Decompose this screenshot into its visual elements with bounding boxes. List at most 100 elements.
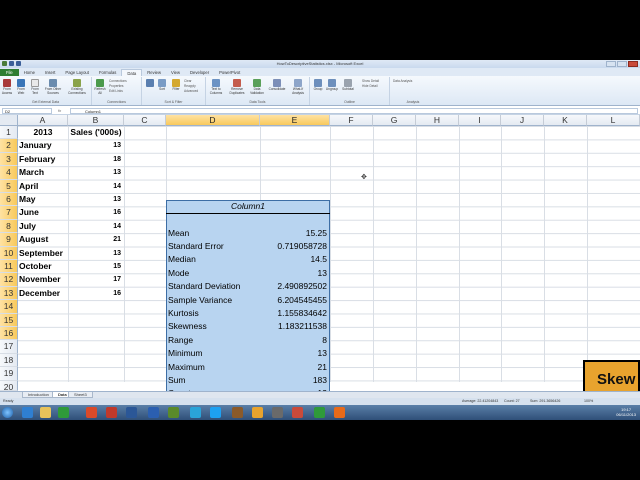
remove-duplicates-button[interactable]: Remove Duplicates xyxy=(227,79,247,95)
stat-label[interactable]: Minimum xyxy=(168,347,260,360)
text-to-columns-button[interactable]: Text to Columns xyxy=(208,79,224,95)
app-icon[interactable] xyxy=(272,407,283,418)
row-header[interactable]: 3 xyxy=(0,152,18,167)
tab-data[interactable]: Data xyxy=(121,69,143,76)
column-header-a[interactable]: A xyxy=(18,115,68,126)
app-icon[interactable] xyxy=(292,407,303,418)
stats-header-cell[interactable]: Column1 xyxy=(166,200,330,213)
stat-label[interactable]: Kurtosis xyxy=(168,307,260,320)
stat-value[interactable]: 13 xyxy=(260,267,330,280)
maximize-button[interactable] xyxy=(617,61,627,67)
sales-cell[interactable]: 16 xyxy=(68,287,124,300)
row-header[interactable]: 13 xyxy=(0,286,18,301)
sales-cell[interactable]: 17 xyxy=(68,273,124,286)
select-all-corner[interactable] xyxy=(0,115,18,126)
row-header[interactable]: 2 xyxy=(0,139,18,153)
sales-cell[interactable]: 15 xyxy=(68,260,124,273)
row-header[interactable]: 10 xyxy=(0,246,18,260)
from-other-sources-button[interactable]: From Other Sources xyxy=(44,79,62,95)
status-zoom[interactable]: 100% xyxy=(584,398,593,405)
advanced-link[interactable]: Advanced xyxy=(184,89,198,93)
filter-button[interactable]: Filter xyxy=(170,79,182,92)
consolidate-button[interactable]: Consolidate xyxy=(267,79,287,92)
stat-label[interactable]: Standard Deviation xyxy=(168,280,260,293)
row-header[interactable]: 20 xyxy=(0,380,18,392)
chrome-icon[interactable] xyxy=(86,407,97,418)
group-button[interactable]: Group xyxy=(312,79,324,92)
column-header-j[interactable]: J xyxy=(501,115,544,126)
stat-label[interactable]: Range xyxy=(168,334,260,347)
tab-file[interactable]: File xyxy=(0,69,19,76)
from-text-button[interactable]: From Text xyxy=(29,79,41,95)
column-header-l[interactable]: L xyxy=(587,115,640,126)
row-header[interactable]: 5 xyxy=(0,179,18,193)
row-header[interactable]: 11 xyxy=(0,260,18,274)
from-web-button[interactable]: From Web xyxy=(15,79,27,95)
column-header-f[interactable]: F xyxy=(330,115,373,126)
stat-value[interactable]: 15.25 xyxy=(260,227,330,240)
stat-label[interactable]: Sum xyxy=(168,374,260,387)
stat-value[interactable]: 2.490892502 xyxy=(260,280,330,293)
word-icon[interactable] xyxy=(148,407,159,418)
tab-view[interactable]: View xyxy=(166,69,185,76)
hide-detail-link[interactable]: Hide Detail xyxy=(362,84,378,88)
stat-value[interactable]: 14.5 xyxy=(260,253,330,266)
row-header[interactable]: 14 xyxy=(0,300,18,314)
column-header-i[interactable]: I xyxy=(459,115,501,126)
column-header-e[interactable]: E xyxy=(260,115,330,126)
app-icon[interactable] xyxy=(232,407,243,418)
refresh-all-button[interactable]: Refresh All xyxy=(94,79,106,95)
row-header[interactable]: 8 xyxy=(0,219,18,234)
undo-icon[interactable] xyxy=(16,61,21,66)
stat-value[interactable]: 1.155834642 xyxy=(260,307,330,320)
from-access-button[interactable]: From Access xyxy=(1,79,13,95)
sales-cell[interactable]: 21 xyxy=(68,233,124,246)
tab-developer[interactable]: Developer xyxy=(185,69,214,76)
properties-link[interactable]: Properties xyxy=(109,84,124,88)
excel-icon[interactable] xyxy=(58,407,69,418)
subtotal-button[interactable]: Subtotal xyxy=(341,79,355,92)
row-header[interactable]: 1 xyxy=(0,126,18,140)
stat-label[interactable]: Sample Variance xyxy=(168,294,260,307)
sales-cell[interactable]: 16 xyxy=(68,206,124,219)
stat-value[interactable]: 0.719058728 xyxy=(260,240,330,253)
minimize-button[interactable] xyxy=(606,61,616,67)
row-header[interactable]: 16 xyxy=(0,327,18,341)
skype-icon[interactable] xyxy=(190,407,201,418)
twitter-icon[interactable] xyxy=(210,407,221,418)
row-header[interactable]: 12 xyxy=(0,273,18,287)
sales-cell[interactable]: 18 xyxy=(68,153,124,166)
row-header[interactable]: 19 xyxy=(0,367,18,381)
stat-value[interactable]: 183 xyxy=(260,374,330,387)
row-header[interactable]: 17 xyxy=(0,340,18,354)
ungroup-button[interactable]: Ungroup xyxy=(325,79,339,92)
tab-powerpivot[interactable]: PowerPivot xyxy=(214,69,245,76)
stat-label[interactable]: Mean xyxy=(168,227,260,240)
stat-label[interactable]: Mode xyxy=(168,267,260,280)
tab-formulas[interactable]: Formulas xyxy=(94,69,121,76)
sales-cell[interactable]: 13 xyxy=(68,247,124,260)
existing-connections-button[interactable]: Existing Connections xyxy=(66,79,88,95)
tab-insert[interactable]: Insert xyxy=(40,69,60,76)
sales-cell[interactable]: 13 xyxy=(68,139,124,152)
firefox-icon[interactable] xyxy=(334,407,345,418)
outlook-icon[interactable] xyxy=(126,407,137,418)
stat-value[interactable]: 21 xyxy=(260,361,330,374)
stat-label[interactable]: Standard Error xyxy=(168,240,260,253)
stat-label[interactable]: Skewness xyxy=(168,320,260,333)
show-detail-link[interactable]: Show Detail xyxy=(362,79,379,83)
edit-links-link[interactable]: Edit Links xyxy=(109,89,123,93)
column-header-c[interactable]: C xyxy=(124,115,166,126)
start-button-icon[interactable] xyxy=(2,407,13,418)
system-clock[interactable]: 19:17 06/11/2013 xyxy=(616,407,636,417)
sales-cell[interactable]: 14 xyxy=(68,220,124,233)
tab-page-layout[interactable]: Page Layout xyxy=(60,69,94,76)
powerpoint-icon[interactable] xyxy=(106,407,117,418)
column-header-g[interactable]: G xyxy=(373,115,416,126)
stat-label[interactable]: Median xyxy=(168,253,260,266)
stat-value[interactable]: 6.204545455 xyxy=(260,294,330,307)
what-if-analysis-button[interactable]: What-If Analysis xyxy=(289,79,307,95)
stat-value[interactable]: 1.183211538 xyxy=(260,320,330,333)
close-button[interactable] xyxy=(628,61,638,67)
stat-label[interactable]: Maximum xyxy=(168,361,260,374)
